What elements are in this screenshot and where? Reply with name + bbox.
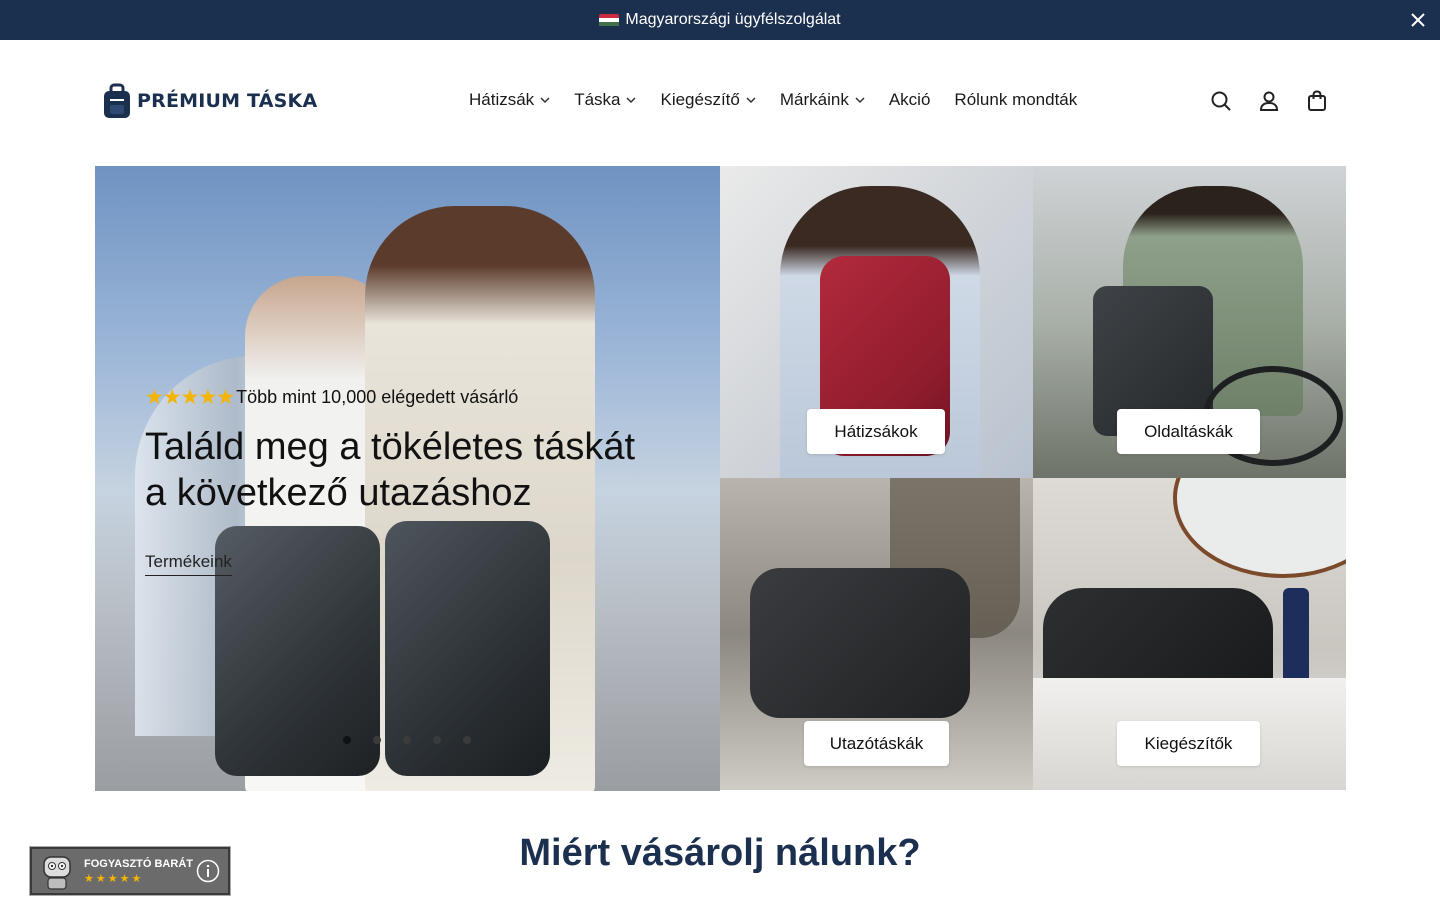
search-icon[interactable] (1210, 90, 1232, 112)
category-button-hatizsakok[interactable]: Hátizsákok (807, 409, 945, 454)
category-button-utazotaskak[interactable]: Utazótáskák (804, 721, 949, 766)
consumer-friend-badge[interactable]: FOGYASZTÓ BARÁT ★★★★★ (29, 846, 231, 896)
badge-text: FOGYASZTÓ BARÁT ★★★★★ (84, 858, 193, 885)
close-icon[interactable] (1408, 10, 1428, 30)
nav-item-kiegeszito[interactable]: Kiegészítő (660, 90, 756, 110)
nav-label: Márkáink (779, 90, 849, 109)
main-nav: Hátizsák Táska Kiegészítő Márkáink Akció… (469, 90, 1077, 110)
account-icon[interactable] (1258, 90, 1280, 112)
robot-mascot-icon (43, 856, 71, 890)
star-rating-icon: ★★★★★ (145, 386, 235, 409)
nav-item-akcio[interactable]: Akció (889, 90, 931, 110)
hero-content: ★★★★★ Több mint 10,000 elégedett vásárló… (145, 385, 645, 576)
nav-item-rolunk-mondtak[interactable]: Rólunk mondták (954, 90, 1077, 110)
info-icon[interactable] (196, 859, 220, 883)
cart-icon[interactable] (1306, 90, 1328, 112)
hero-banner: ★★★★★ Több mint 10,000 elégedett vásárló… (95, 166, 720, 791)
hero-title: Találd meg a tökéletes táskát a következ… (145, 426, 636, 514)
site-header: PRÉMIUM TÁSKA Hátizsák Táska Kiegészítő … (0, 40, 1440, 166)
chevron-down-icon (540, 97, 550, 104)
nav-item-hatizsak[interactable]: Hátizsák (469, 90, 550, 110)
nav-label: Hátizsák (469, 90, 535, 109)
rating-text: Több mint 10,000 elégedett vásárló (236, 387, 519, 407)
tile-bottle (1283, 588, 1309, 688)
logo[interactable]: PRÉMIUM TÁSKA (101, 83, 317, 119)
slider-dot[interactable] (463, 736, 471, 744)
slider-dot[interactable] (403, 736, 411, 744)
nav-label: Táska (574, 90, 621, 109)
chevron-down-icon (855, 97, 865, 104)
slider-dot[interactable] (343, 736, 351, 744)
hero-rating: ★★★★★ Több mint 10,000 elégedett vásárló (145, 385, 645, 410)
logo-text: PRÉMIUM TÁSKA (137, 90, 318, 112)
category-tile-kiegeszitok[interactable]: Kiegészítők (1033, 478, 1346, 790)
slider-dot[interactable] (373, 736, 381, 744)
nav-label: Kiegészítő (660, 90, 740, 109)
chevron-down-icon (746, 97, 756, 104)
hungary-flag-icon (599, 13, 620, 27)
tile-travel-bag (750, 568, 970, 718)
category-tile-hatizsakok[interactable]: Hátizsákok (720, 166, 1033, 478)
badge-stars: ★★★★★ (84, 872, 144, 885)
category-button-oldaltaskak[interactable]: Oldaltáskák (1117, 409, 1260, 454)
category-tile-utazotaskak[interactable]: Utazótáskák (720, 478, 1033, 790)
slider-dot[interactable] (433, 736, 441, 744)
chevron-down-icon (626, 97, 637, 104)
backpack-logo-icon (104, 83, 130, 118)
header-actions (1210, 90, 1328, 112)
nav-label: Akció (888, 90, 931, 109)
nav-item-taska[interactable]: Táska (574, 90, 637, 110)
slider-dots (343, 736, 471, 744)
products-link[interactable]: Termékeink (145, 552, 232, 576)
badge-title: FOGYASZTÓ BARÁT (84, 857, 193, 870)
nav-label: Rólunk mondták (954, 90, 1078, 109)
tile-mirror (1173, 478, 1346, 578)
category-button-kiegeszitok[interactable]: Kiegészítők (1117, 721, 1260, 766)
category-tile-oldaltaskak[interactable]: Oldaltáskák (1033, 166, 1346, 478)
nav-item-markaink[interactable]: Márkáink (780, 90, 865, 110)
announcement-bar: Magyarországi ügyfélszolgálat (0, 0, 1440, 40)
announcement-text: Magyarországi ügyfélszolgálat (625, 11, 841, 28)
